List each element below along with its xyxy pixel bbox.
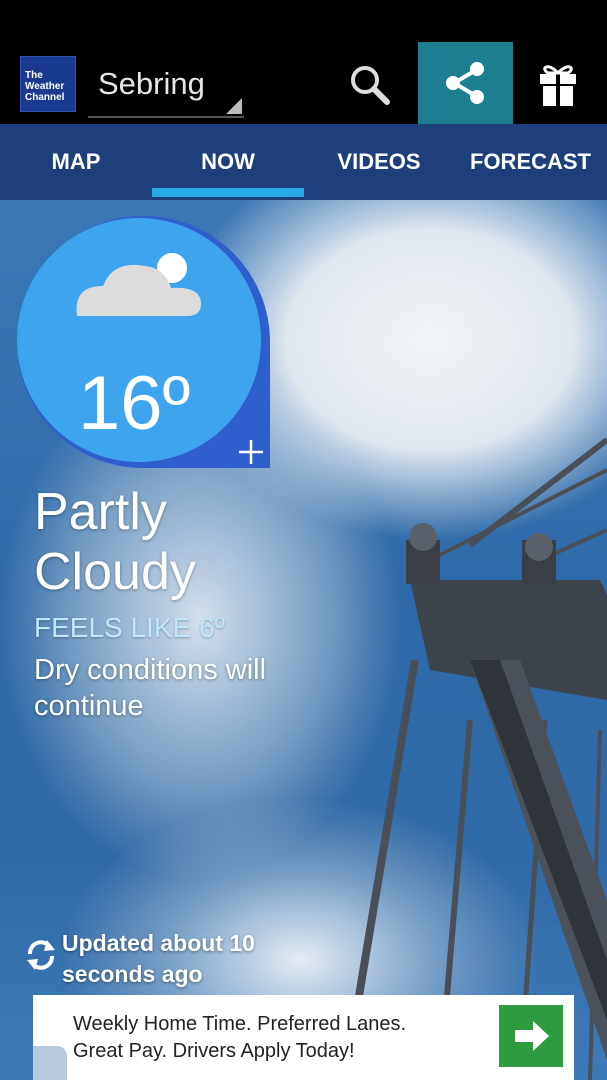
logo-text: The Weather Channel [25,70,65,103]
share-button[interactable] [418,42,513,124]
gift-icon [540,65,576,106]
tab-videos[interactable]: VIDEOS [304,124,454,200]
search-icon [351,66,390,105]
last-updated: Updated about 10 seconds ago [62,930,255,987]
active-tab-indicator [152,188,304,197]
search-button[interactable] [345,60,395,110]
ad-banner[interactable]: Weekly Home Time. Preferred Lanes. Great… [33,995,574,1080]
refresh-button[interactable] [22,936,60,974]
weather-condition: Partly Cloudy [34,483,196,601]
current-temperature: 16º [78,361,191,446]
ad-cta-button[interactable] [499,1005,563,1067]
gift-button[interactable] [528,56,588,112]
tab-forecast[interactable]: FORECAST [454,124,607,200]
feels-like: FEELS LIKE 6º [34,612,225,643]
location-name: Sebring [98,66,205,101]
arrow-right-icon [515,1021,549,1051]
weather-channel-logo[interactable]: The Weather Channel [20,56,76,112]
weather-description: Dry conditions will continue [34,654,267,722]
action-bar: The Weather Channel Sebring [0,0,607,124]
refresh-icon [27,940,55,970]
ad-choices-icon[interactable] [33,1046,67,1080]
location-dropdown[interactable]: Sebring [88,60,244,118]
tab-map[interactable]: MAP [0,124,152,200]
dropdown-arrow-icon [226,98,242,114]
share-icon [446,62,484,104]
ad-text: Weekly Home Time. Preferred Lanes. Great… [73,1013,407,1062]
